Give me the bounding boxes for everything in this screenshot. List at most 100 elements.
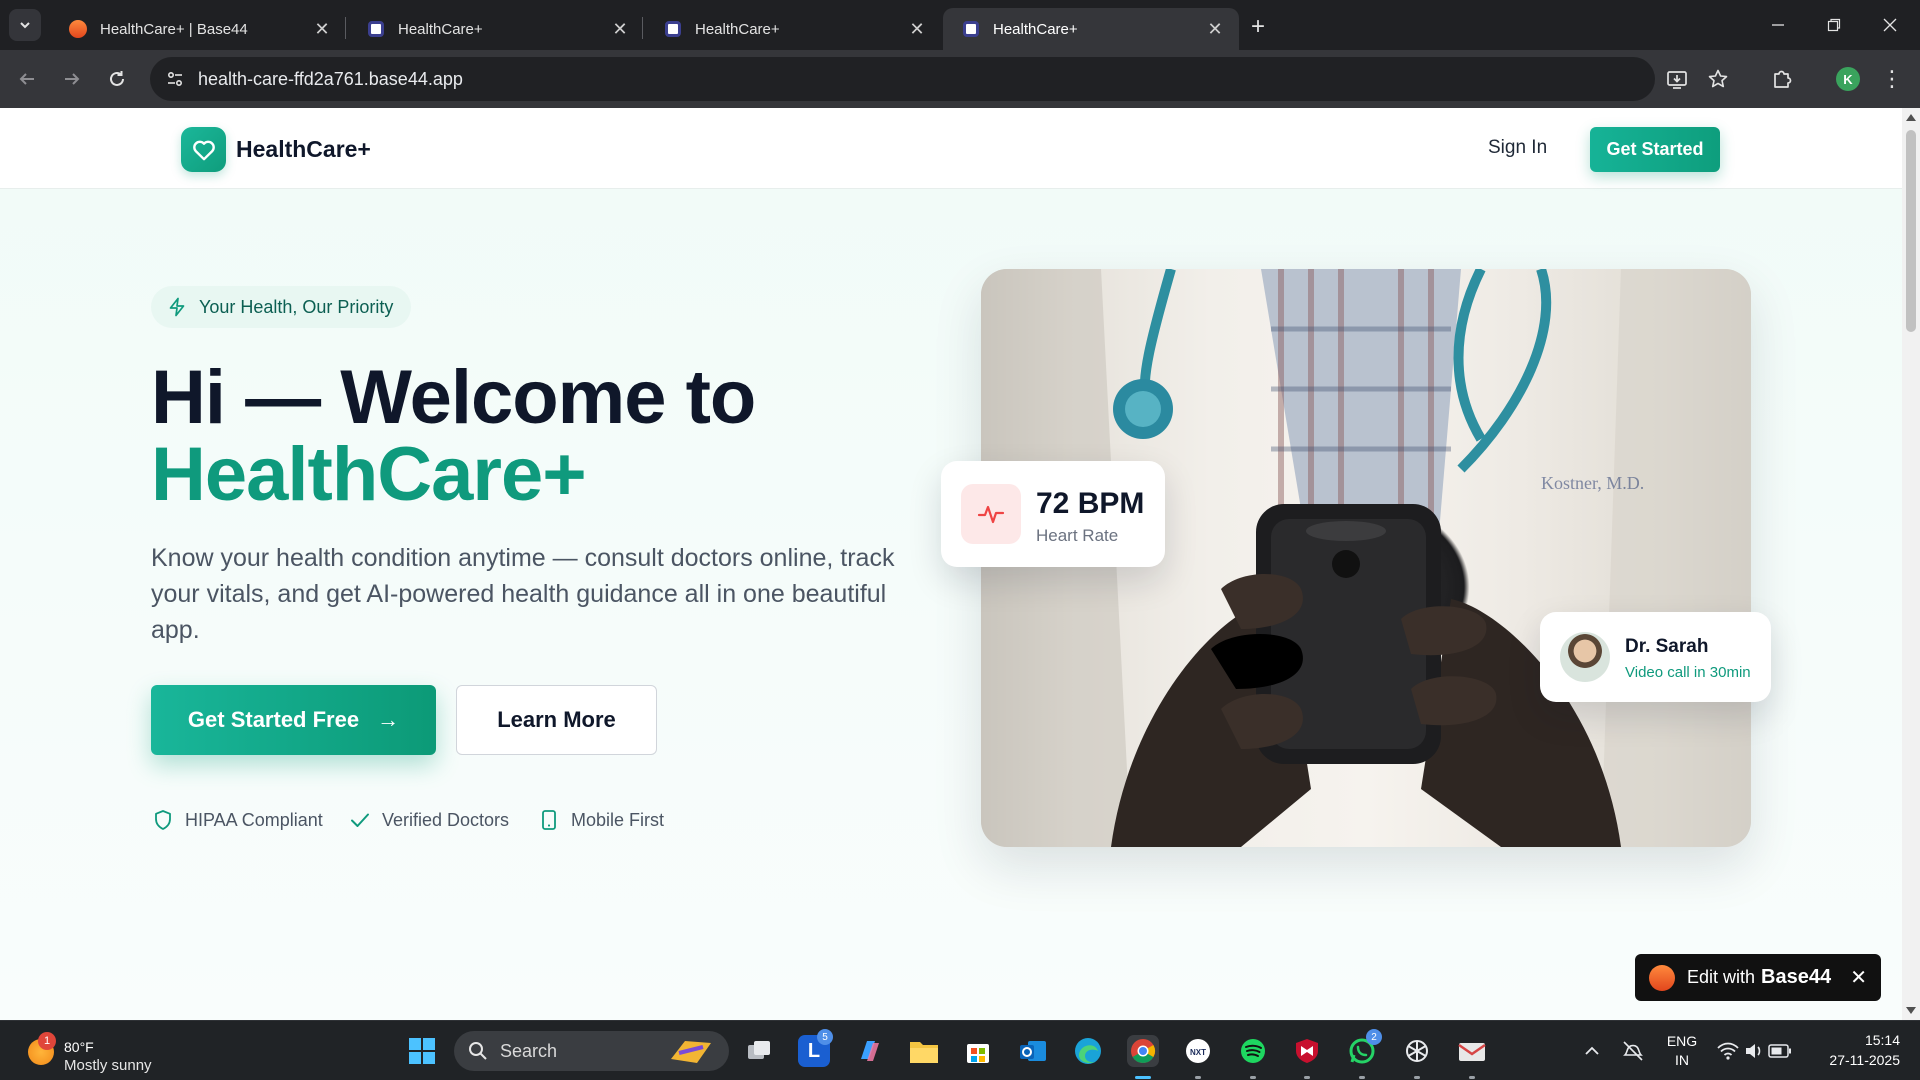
scrollbar-thumb[interactable] bbox=[1906, 130, 1916, 332]
base44-logo-icon bbox=[1649, 964, 1675, 991]
back-button[interactable] bbox=[12, 64, 42, 94]
get-started-free-button[interactable]: Get Started Free → bbox=[151, 685, 436, 755]
close-window-button[interactable] bbox=[1870, 10, 1910, 40]
heart-rate-label: Heart Rate bbox=[1036, 526, 1119, 545]
close-tab-icon[interactable]: ✕ bbox=[610, 19, 630, 39]
notification-badge: 5 bbox=[817, 1029, 833, 1045]
clock-date[interactable]: 27-11-2025 bbox=[1810, 1052, 1900, 1068]
scroll-down-icon[interactable] bbox=[1906, 1007, 1916, 1014]
sign-in-link[interactable]: Sign In bbox=[1488, 137, 1547, 159]
site-info-icon[interactable] bbox=[164, 68, 186, 90]
base44-favicon-icon bbox=[68, 19, 88, 39]
heart-pulse-icon bbox=[961, 484, 1021, 544]
outlook-app-icon[interactable] bbox=[1017, 1035, 1049, 1067]
microsoft-store-icon[interactable] bbox=[962, 1035, 994, 1067]
browser-tab-active[interactable]: HealthCare+ ✕ bbox=[943, 8, 1239, 50]
scroll-up-icon[interactable] bbox=[1906, 114, 1916, 121]
hero-description: Know your health condition anytime — con… bbox=[151, 544, 895, 644]
input-region[interactable]: IN bbox=[1662, 1052, 1702, 1068]
close-tab-icon[interactable]: ✕ bbox=[1205, 19, 1225, 39]
profile-avatar[interactable]: K bbox=[1836, 67, 1860, 91]
edit-with-base44-button[interactable]: Edit with Base44 ✕ bbox=[1635, 954, 1881, 1001]
mail-app-icon[interactable] bbox=[1456, 1035, 1488, 1067]
browser-tab[interactable]: HealthCare+ ✕ bbox=[645, 8, 941, 50]
base44-brand: Base44 bbox=[1761, 966, 1832, 988]
tagline-badge: Your Health, Our Priority bbox=[151, 286, 412, 328]
chatgpt-app-icon[interactable] bbox=[1401, 1035, 1433, 1067]
running-indicator bbox=[1250, 1076, 1256, 1079]
page-viewport: HealthCare+ Sign In Get Started Your Hea… bbox=[0, 108, 1902, 1020]
tab-search-button[interactable] bbox=[9, 9, 41, 41]
learn-more-button[interactable]: Learn More bbox=[456, 685, 657, 755]
feature-mobile: Mobile First bbox=[537, 806, 664, 834]
edit-with-label: Edit with bbox=[1687, 967, 1756, 987]
svg-text:Kostner, M.D.: Kostner, M.D. bbox=[1541, 473, 1644, 493]
minimize-button[interactable] bbox=[1758, 10, 1798, 40]
running-indicator bbox=[1359, 1076, 1365, 1079]
brand-name[interactable]: HealthCare+ bbox=[236, 136, 371, 163]
nxtwave-app-icon[interactable]: NXT bbox=[1182, 1035, 1214, 1067]
battery-icon[interactable] bbox=[1764, 1035, 1796, 1067]
weather-alert-badge: 1 bbox=[38, 1032, 56, 1050]
search-icon bbox=[469, 1042, 487, 1060]
url-text: health-care-ffd2a761.base44.app bbox=[198, 68, 463, 89]
shield-icon bbox=[151, 808, 175, 832]
close-icon bbox=[1883, 18, 1897, 32]
browser-toolbar: health-care-ffd2a761.base44.app bbox=[0, 50, 1920, 108]
doctor-name: Dr. Sarah bbox=[1625, 636, 1709, 657]
taskbar-search[interactable]: Search bbox=[454, 1031, 729, 1071]
doctor-call-card[interactable]: Dr. Sarah Video call in 30min bbox=[1540, 612, 1771, 702]
weather-desc: Mostly sunny bbox=[64, 1057, 152, 1074]
edge-browser-icon[interactable] bbox=[1072, 1035, 1104, 1067]
get-started-free-label: Get Started Free bbox=[187, 707, 360, 732]
tab-title: HealthCare+ bbox=[695, 20, 780, 38]
forward-button[interactable] bbox=[57, 64, 87, 94]
tab-title: HealthCare+ bbox=[398, 20, 483, 38]
extensions-button[interactable] bbox=[1767, 64, 1797, 94]
task-view-icon bbox=[748, 1041, 770, 1059]
copilot-app-icon[interactable] bbox=[853, 1035, 885, 1067]
page-scrollbar[interactable] bbox=[1902, 108, 1920, 1020]
file-explorer-icon[interactable] bbox=[908, 1035, 940, 1067]
chevron-down-icon bbox=[20, 22, 30, 29]
weather-widget[interactable]: 1 80°F Mostly sunny bbox=[24, 1029, 184, 1074]
install-app-button[interactable] bbox=[1662, 64, 1692, 94]
puzzle-icon bbox=[1774, 70, 1792, 88]
clock-time[interactable]: 15:14 bbox=[1810, 1032, 1900, 1048]
restore-icon bbox=[1827, 18, 1841, 32]
lightning-icon bbox=[167, 296, 189, 318]
close-tab-icon[interactable]: ✕ bbox=[312, 19, 332, 39]
new-tab-button[interactable]: + bbox=[1243, 12, 1273, 42]
task-view-button[interactable] bbox=[743, 1035, 775, 1067]
chrome-browser-icon[interactable] bbox=[1127, 1035, 1159, 1067]
reload-button[interactable] bbox=[102, 64, 132, 94]
hero-headline-line1: Hi — Welcome to bbox=[151, 355, 756, 440]
close-icon[interactable]: ✕ bbox=[1850, 965, 1867, 990]
browser-menu-button[interactable]: ⋮ bbox=[1881, 65, 1903, 93]
address-bar[interactable]: health-care-ffd2a761.base44.app bbox=[150, 57, 1655, 101]
windows-logo-icon bbox=[409, 1038, 435, 1064]
restore-button[interactable] bbox=[1814, 10, 1854, 40]
doctor-call-status: Video call in 30min bbox=[1625, 664, 1751, 681]
bookmark-button[interactable] bbox=[1703, 64, 1733, 94]
browser-tab-strip: HealthCare+ | Base44 ✕ HealthCare+ ✕ Hea… bbox=[0, 0, 1920, 50]
search-highlight-icon bbox=[671, 1041, 711, 1063]
show-hidden-icons-button[interactable] bbox=[1576, 1035, 1608, 1067]
notifications-off-icon[interactable] bbox=[1617, 1035, 1649, 1067]
svg-text:NXT: NXT bbox=[1190, 1048, 1206, 1057]
input-language[interactable]: ENG bbox=[1662, 1033, 1702, 1049]
browser-tab[interactable]: HealthCare+ ✕ bbox=[348, 8, 644, 50]
close-tab-icon[interactable]: ✕ bbox=[907, 19, 927, 39]
running-indicator bbox=[1304, 1076, 1310, 1079]
check-icon bbox=[348, 808, 372, 832]
logo-heart-icon[interactable] bbox=[181, 127, 226, 172]
reload-icon bbox=[110, 71, 124, 86]
mcafee-app-icon[interactable] bbox=[1291, 1035, 1323, 1067]
arrow-right-icon bbox=[65, 73, 80, 85]
start-button[interactable] bbox=[406, 1035, 438, 1067]
feature-label: Verified Doctors bbox=[382, 809, 510, 830]
get-started-button[interactable]: Get Started bbox=[1590, 127, 1720, 172]
feature-label: HIPAA Compliant bbox=[185, 809, 323, 830]
browser-tab[interactable]: HealthCare+ | Base44 ✕ bbox=[50, 8, 346, 50]
spotify-app-icon[interactable] bbox=[1237, 1035, 1269, 1067]
